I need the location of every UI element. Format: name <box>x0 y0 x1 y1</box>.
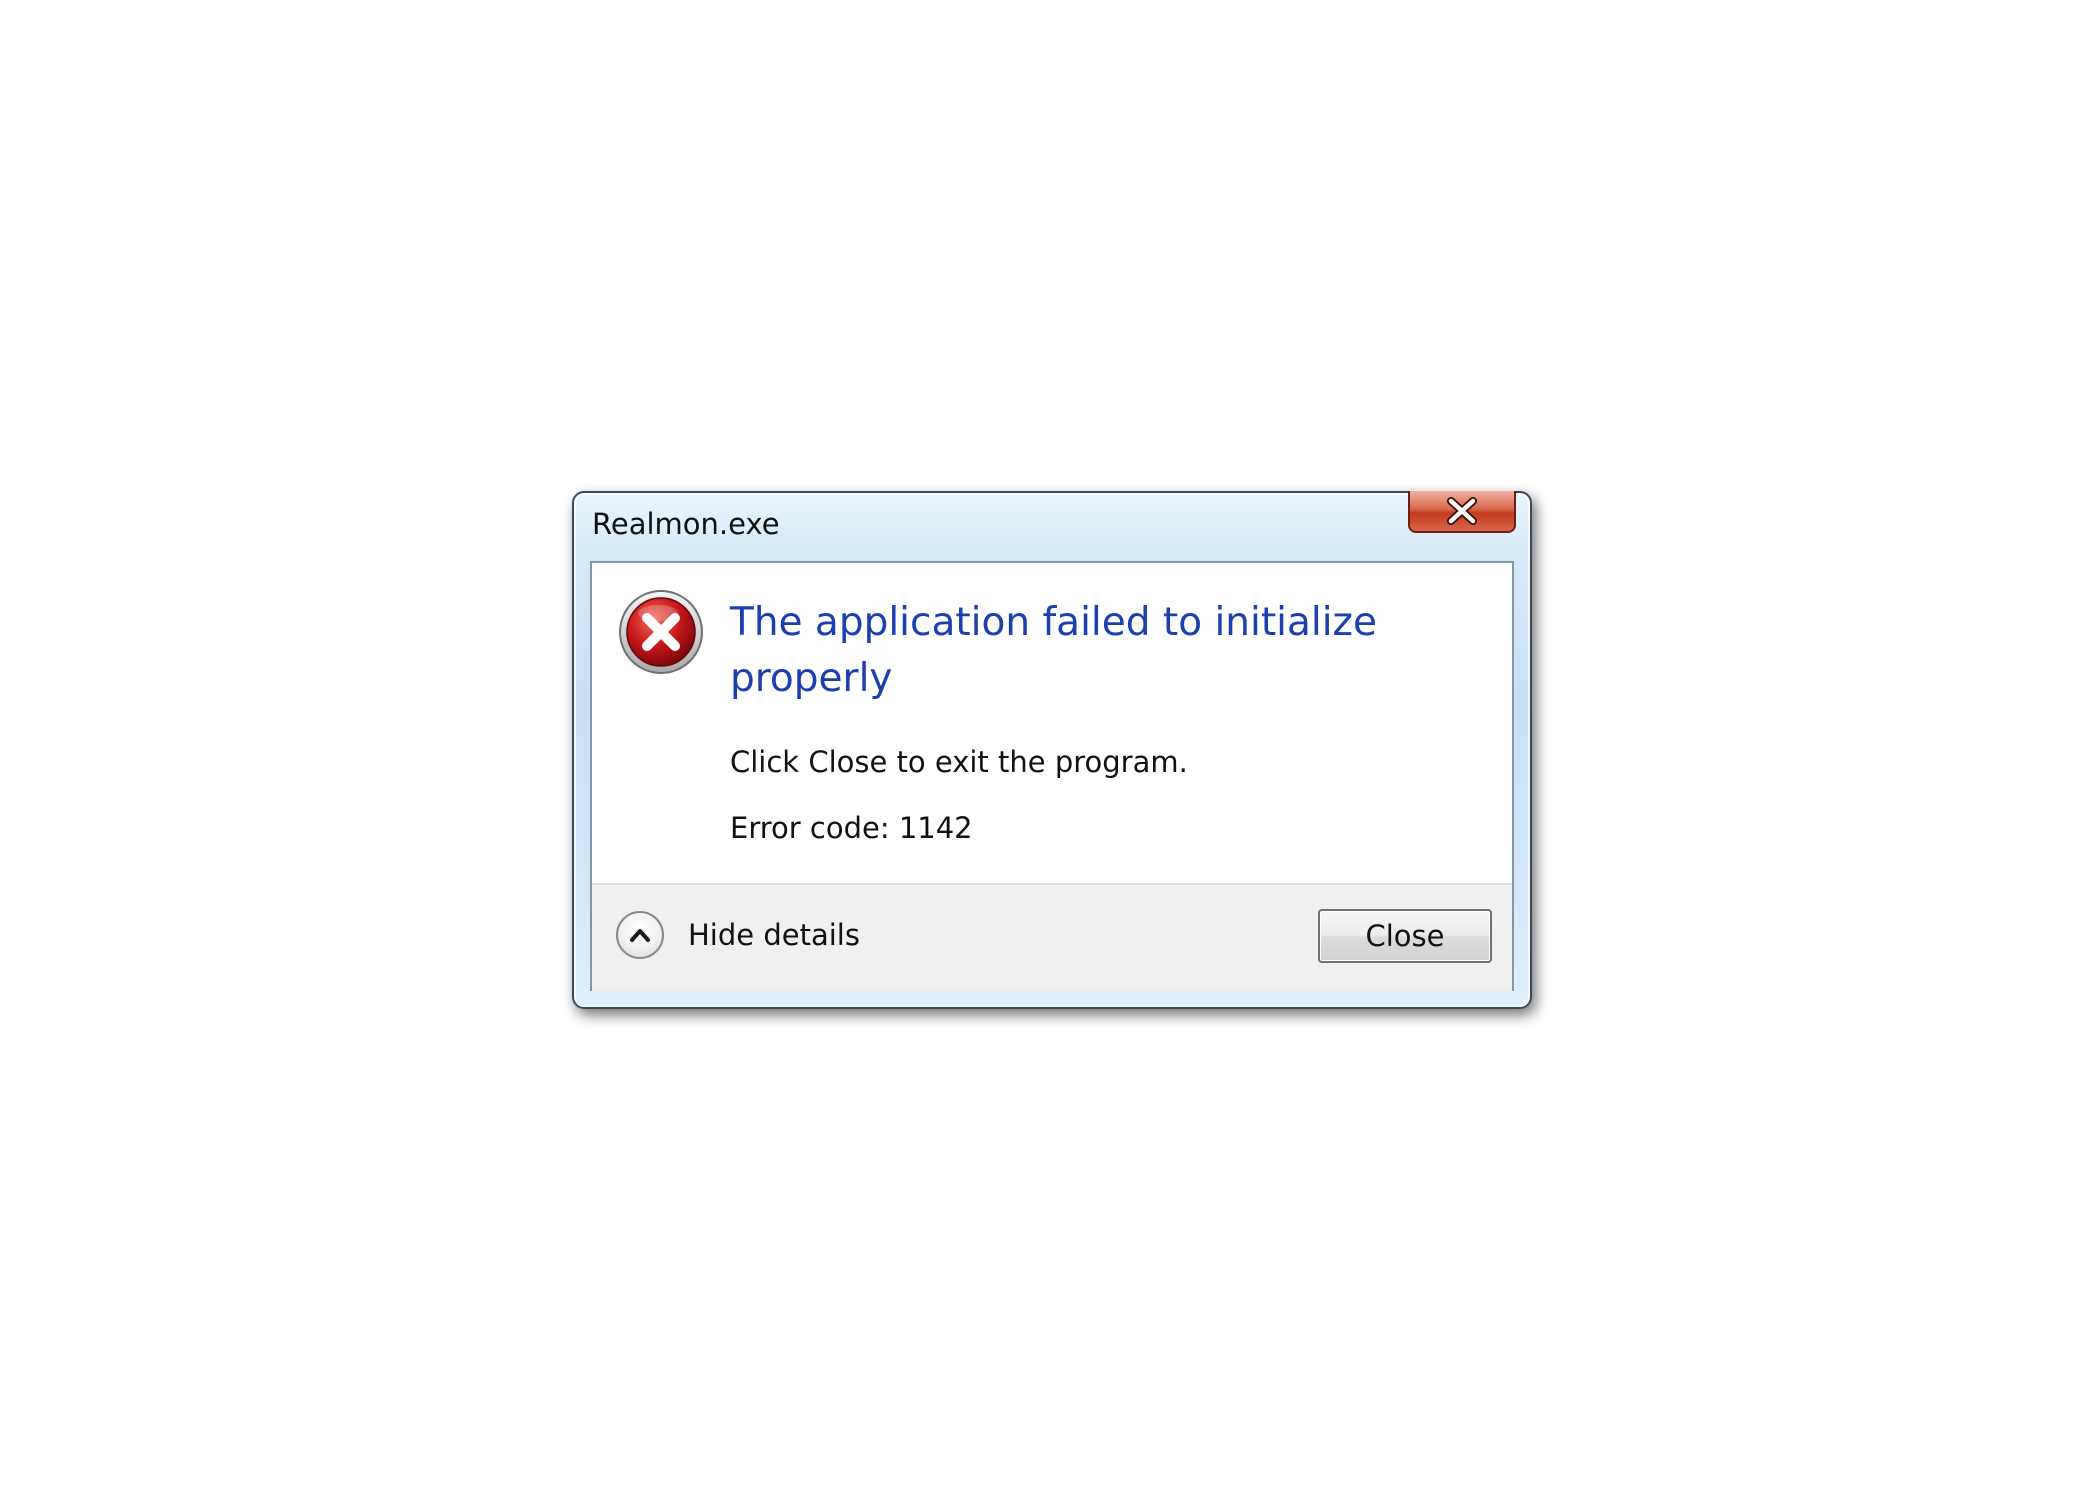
hide-details-label[interactable]: Hide details <box>688 918 860 952</box>
content-text-instruction: Click Close to exit the program. <box>730 745 1188 779</box>
chevron-up-icon <box>630 929 650 942</box>
close-button[interactable]: Close <box>1318 909 1492 963</box>
close-icon <box>1447 497 1477 525</box>
error-code-text: Error code: 1142 <box>730 811 973 845</box>
expander-button[interactable] <box>616 911 664 959</box>
error-icon <box>619 590 703 674</box>
dialog-content: The application failed to initialize pro… <box>592 563 1512 883</box>
dialog-client-area: The application failed to initialize pro… <box>590 561 1514 991</box>
window-close-button[interactable] <box>1408 491 1516 533</box>
error-dialog: Realmon.exe The application failed to in… <box>572 491 1532 1009</box>
main-instruction: The application failed to initialize pro… <box>730 600 1378 701</box>
dialog-footer: Hide details Close <box>592 883 1512 991</box>
title-bar[interactable]: Realmon.exe <box>574 491 1530 561</box>
window-title: Realmon.exe <box>592 507 780 541</box>
hide-details-toggle[interactable]: Hide details <box>616 911 860 959</box>
